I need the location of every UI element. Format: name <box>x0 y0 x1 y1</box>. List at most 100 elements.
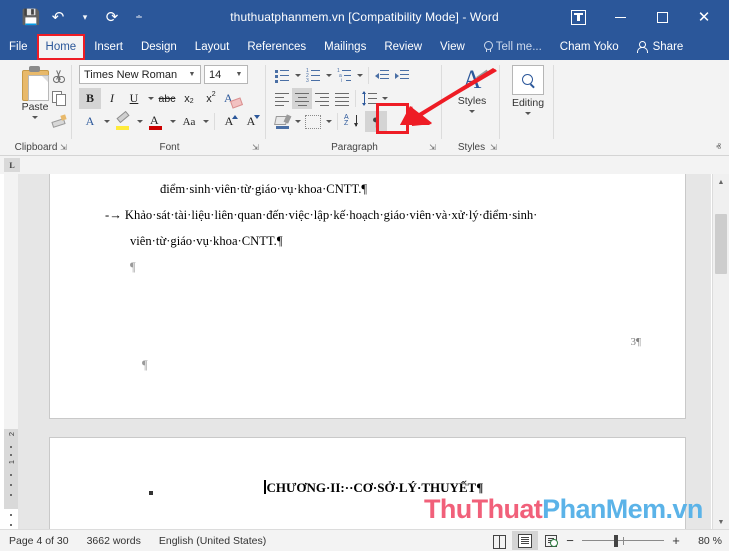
align-left-button[interactable] <box>272 88 292 109</box>
close-icon[interactable]: ✕ <box>683 0 725 34</box>
font-name-dropdown-icon[interactable]: ▼ <box>186 71 198 78</box>
document-page-1[interactable]: điểm·sinh·viên·từ·giáo·vụ·khoa·CNTT.¶ -→… <box>49 174 686 419</box>
read-mode-button[interactable] <box>486 531 512 550</box>
document-canvas[interactable]: điểm·sinh·viên·từ·giáo·vụ·khoa·CNTT.¶ -→… <box>18 174 711 530</box>
borders-dropdown-icon[interactable] <box>323 111 334 132</box>
font-size-dropdown-icon[interactable]: ▼ <box>233 71 245 78</box>
collapse-ribbon-icon[interactable]: ⱏ <box>716 142 721 153</box>
tab-layout[interactable]: Layout <box>186 34 239 60</box>
zoom-in-button[interactable]: + <box>670 533 682 548</box>
tab-design[interactable]: Design <box>132 34 186 60</box>
share-button[interactable]: Share <box>628 34 693 60</box>
sort-button[interactable]: AZ <box>341 111 361 132</box>
tab-view[interactable]: View <box>431 34 474 60</box>
font-name-input[interactable]: Times New Roman ▼ <box>79 65 201 84</box>
format-painter-button[interactable] <box>48 109 70 131</box>
horizontal-ruler[interactable]: 3 2 1 1 2 3 4 5 6 7 8 9 10 <box>0 156 729 174</box>
page-indicator[interactable]: Page 4 of 30 <box>0 535 78 547</box>
grow-font-button[interactable]: A <box>218 111 240 132</box>
italic-button[interactable]: I <box>101 88 123 109</box>
paste-dropdown-icon[interactable] <box>32 116 38 119</box>
multilevel-list-dropdown-icon[interactable] <box>354 65 365 86</box>
borders-button[interactable] <box>303 111 323 132</box>
text-effects-button[interactable]: A <box>79 111 101 132</box>
align-right-button[interactable] <box>312 88 332 109</box>
shading-dropdown-icon[interactable] <box>292 111 303 132</box>
show-formatting-marks-button[interactable]: ¶ <box>365 111 387 132</box>
word-count[interactable]: 3662 words <box>78 535 150 547</box>
decrease-indent-button[interactable] <box>372 65 392 86</box>
styles-dropdown-icon[interactable] <box>469 110 475 113</box>
styles-button[interactable]: A Styles <box>449 65 495 137</box>
paragraph-dialog-launcher[interactable]: ⇲ <box>428 143 437 152</box>
doc-marker-square <box>149 491 153 495</box>
font-size-input[interactable]: 14 ▼ <box>204 65 248 84</box>
clipboard-dialog-launcher[interactable]: ⇲ <box>59 143 68 152</box>
vertical-scrollbar[interactable]: ▲ ▼ <box>712 174 729 530</box>
numbered-list-button[interactable]: 123 <box>303 65 323 86</box>
minimize-icon[interactable] <box>599 0 641 34</box>
shrink-font-button[interactable]: A <box>240 111 262 132</box>
cut-button[interactable] <box>48 65 70 87</box>
tab-cham-yoko[interactable]: Cham Yoko <box>551 34 628 60</box>
zoom-slider-knob[interactable] <box>614 535 618 547</box>
zoom-slider[interactable] <box>582 535 664 547</box>
font-dialog-launcher[interactable]: ⇲ <box>251 143 260 152</box>
tab-mailings[interactable]: Mailings <box>315 34 375 60</box>
language-indicator[interactable]: English (United States) <box>150 535 275 547</box>
zoom-level[interactable]: 80 % <box>688 535 722 547</box>
styles-dialog-launcher[interactable]: ⇲ <box>489 143 498 152</box>
underline-dropdown-icon[interactable] <box>145 88 156 109</box>
strikethrough-button[interactable]: abc <box>156 88 178 109</box>
increase-indent-button[interactable] <box>392 65 412 86</box>
subscript-button[interactable]: x2 <box>178 88 200 109</box>
sort-az-icon: AZ <box>344 115 358 129</box>
highlight-dropdown-icon[interactable] <box>134 111 145 132</box>
restore-icon[interactable] <box>641 0 683 34</box>
tab-insert[interactable]: Insert <box>85 34 132 60</box>
watermark: ThuThuatPhanMem.vn <box>424 494 703 525</box>
scrollbar-thumb[interactable] <box>715 214 727 274</box>
multilevel-list-button[interactable]: 1ai <box>334 65 354 86</box>
text-highlight-button[interactable] <box>112 111 134 132</box>
tab-review[interactable]: Review <box>375 34 431 60</box>
vertical-ruler[interactable]: 2 1 <box>4 174 18 530</box>
bold-button[interactable]: B <box>79 88 101 109</box>
scroll-up-icon[interactable]: ▲ <box>713 174 729 190</box>
text-effects-dropdown-icon[interactable] <box>101 111 112 132</box>
underline-button[interactable]: U <box>123 88 145 109</box>
ribbon: Paste Clipboard ⇲ Time <box>0 60 729 156</box>
ribbon-display-options-icon[interactable] <box>557 0 599 34</box>
doc-paragraph-mark: ¶ <box>142 352 148 378</box>
paragraph-shading-row: AZ ¶ <box>272 111 387 132</box>
font-format-row: B I U abc x2 x2 A <box>79 88 244 109</box>
line-spacing-dropdown-icon[interactable] <box>379 88 390 109</box>
font-color-button[interactable]: A <box>145 111 167 132</box>
editing-button[interactable]: Editing <box>507 65 549 137</box>
tell-me-search[interactable]: Tell me... <box>474 34 551 60</box>
tab-references[interactable]: References <box>238 34 315 60</box>
font-color-dropdown-icon[interactable] <box>167 111 178 132</box>
clear-formatting-button[interactable]: A <box>222 88 244 109</box>
copy-button[interactable] <box>48 87 70 109</box>
numbered-list-dropdown-icon[interactable] <box>323 65 334 86</box>
editing-dropdown-icon[interactable] <box>525 112 531 115</box>
bullet-list-button[interactable] <box>272 65 292 86</box>
zoom-out-button[interactable]: − <box>564 533 576 548</box>
change-case-dropdown-icon[interactable] <box>200 111 211 132</box>
align-center-button[interactable] <box>292 88 312 109</box>
shading-button[interactable] <box>272 111 292 132</box>
divider <box>355 90 356 107</box>
change-case-button[interactable]: Aa <box>178 111 200 132</box>
bullet-list-dropdown-icon[interactable] <box>292 65 303 86</box>
tab-home[interactable]: Home <box>37 34 86 60</box>
print-layout-button[interactable] <box>512 531 538 550</box>
ribbon-group-clipboard: Paste Clipboard ⇲ <box>0 60 72 155</box>
justify-button[interactable] <box>332 88 352 109</box>
superscript-button[interactable]: x2 <box>200 88 222 109</box>
line-spacing-button[interactable] <box>359 88 379 109</box>
scroll-down-icon[interactable]: ▼ <box>713 514 729 530</box>
tab-stop-selector[interactable]: L <box>4 158 20 172</box>
web-layout-button[interactable] <box>538 531 564 550</box>
tab-file[interactable]: File <box>0 34 37 60</box>
